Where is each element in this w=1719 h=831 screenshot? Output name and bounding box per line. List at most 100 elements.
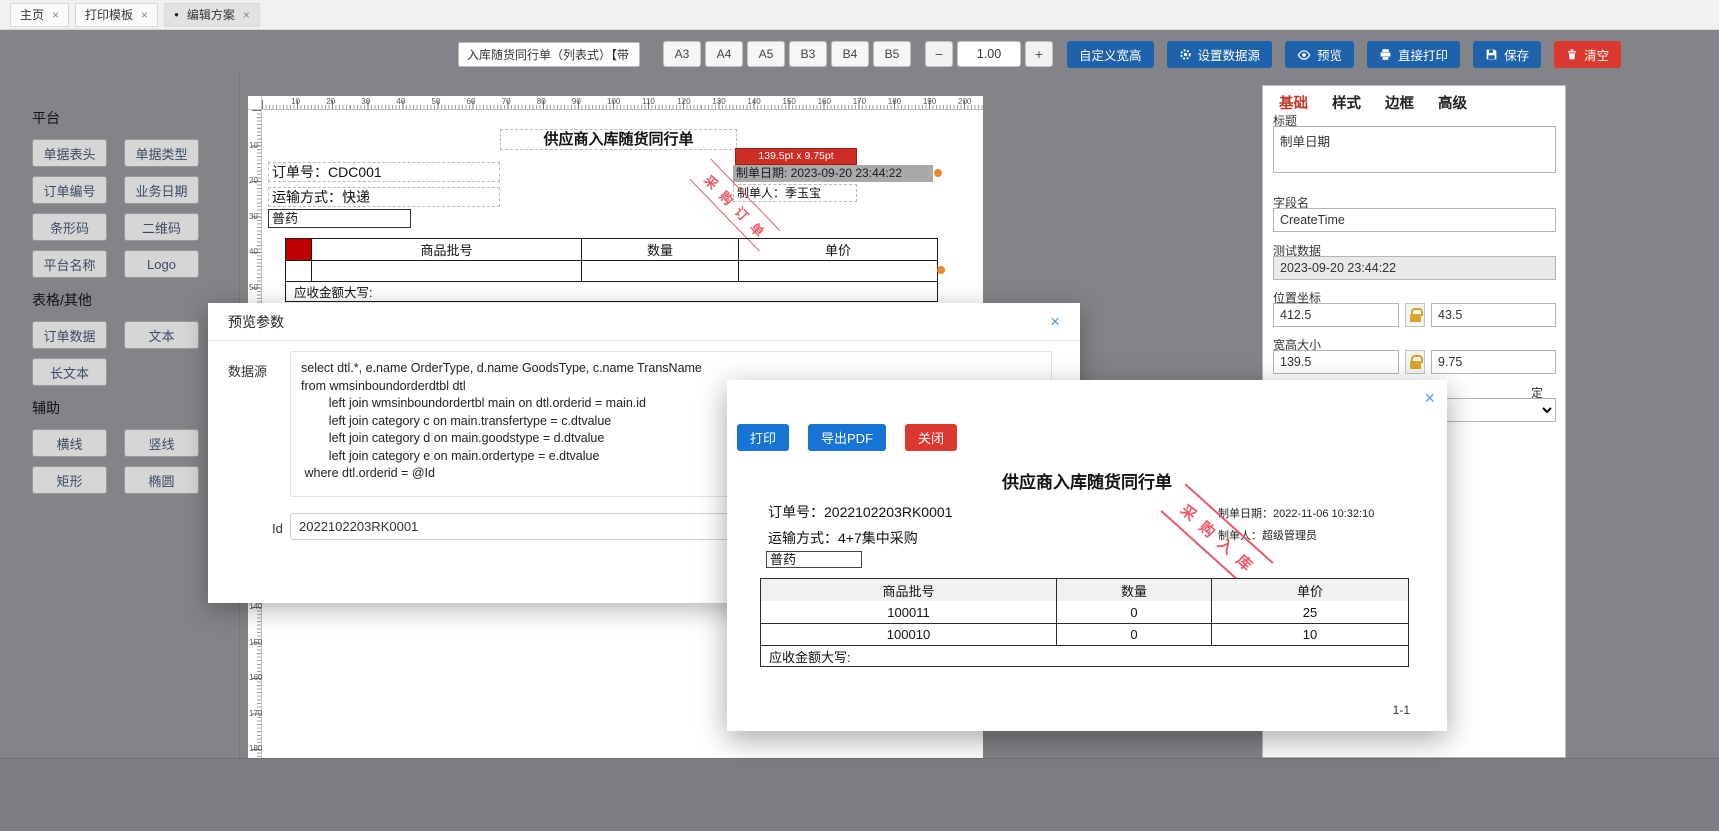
- paper-size-a5[interactable]: A5: [747, 41, 785, 67]
- field-name-input[interactable]: [1273, 208, 1556, 232]
- print-button[interactable]: 打印: [737, 424, 790, 451]
- gear-icon: [1179, 49, 1191, 60]
- horizontal-ruler: 10 20 30 40 50 60 70 80 90 100 110 120 130 140 150 160 1…: [262, 96, 983, 110]
- component-order-no[interactable]: 订单编号: [32, 176, 107, 204]
- paper-size-b4[interactable]: B4: [831, 41, 869, 67]
- close-icon[interactable]: ×: [141, 8, 148, 22]
- close-icon[interactable]: ×: [1050, 313, 1060, 330]
- paper-size-b5[interactable]: B5: [873, 41, 911, 67]
- ruler-number: 20: [249, 176, 258, 185]
- preview-actions: 打印 导出PDF 关闭: [737, 424, 958, 451]
- component-logo[interactable]: Logo: [124, 250, 199, 278]
- tab-edit-scheme[interactable]: ● 编辑方案 ×: [164, 2, 260, 27]
- clear-button[interactable]: 清空: [1554, 41, 1622, 68]
- ruler-number: 140: [747, 97, 761, 106]
- template-transport[interactable]: 运输方式：快递: [268, 187, 500, 207]
- modal-title: 预览参数: [228, 313, 284, 330]
- ruler-number: 30: [361, 97, 371, 106]
- component-doc-type[interactable]: 单据类型: [124, 139, 199, 167]
- custom-size-button[interactable]: 自定义宽高: [1067, 41, 1154, 68]
- set-datasource-button[interactable]: 设置数据源: [1166, 41, 1273, 68]
- size-inputs: [1273, 350, 1556, 374]
- position-x-input[interactable]: [1273, 303, 1399, 327]
- eye-icon: [1297, 49, 1311, 60]
- selection-handle[interactable]: [937, 266, 945, 274]
- component-barcode[interactable]: 条形码: [32, 213, 107, 241]
- position-lock-button[interactable]: [1405, 303, 1425, 327]
- ruler-number: 150: [249, 637, 263, 647]
- position-y-input[interactable]: [1431, 303, 1556, 327]
- test-data-input[interactable]: [1273, 256, 1556, 280]
- save-icon: [1486, 49, 1497, 60]
- lock-icon: [1409, 307, 1423, 322]
- height-input[interactable]: [1431, 350, 1556, 374]
- template-order-no[interactable]: 订单号：CDC001: [268, 162, 500, 182]
- zoom-in-button[interactable]: +: [1025, 41, 1053, 67]
- ruler-number: 170: [852, 97, 867, 106]
- table-header-cell: 数量: [1056, 579, 1211, 601]
- tab-advanced[interactable]: 高级: [1438, 92, 1467, 113]
- toolbar-actions: 自定义宽高 设置数据源 预览 直接打印 保存 清空: [1067, 41, 1622, 68]
- save-button[interactable]: 保存: [1473, 41, 1542, 68]
- template-table[interactable]: 商品批号 数量 单价 应收金额大写:: [285, 238, 938, 302]
- table-empty-row: [286, 260, 937, 281]
- table-cell: [738, 261, 937, 281]
- component-order-data[interactable]: 订单数据: [32, 321, 107, 349]
- ruler-number: 180: [887, 97, 902, 106]
- component-text[interactable]: 文本: [124, 321, 199, 349]
- paper-size-a4[interactable]: A4: [705, 41, 743, 67]
- ruler-number: 170: [249, 708, 263, 718]
- template-select-value: 入库随货同行单（列表式）【带: [467, 48, 630, 62]
- tab-home[interactable]: 主页 ×: [10, 2, 70, 27]
- table-header-cell: 数量: [581, 239, 738, 260]
- template-creator[interactable]: 制单人：季玉宝: [733, 184, 857, 202]
- paper-size-b3[interactable]: B3: [789, 41, 827, 67]
- selection-handle[interactable]: [934, 169, 942, 177]
- trash-icon: [1567, 49, 1577, 60]
- close-icon[interactable]: ×: [243, 8, 250, 22]
- component-vline[interactable]: 竖线: [124, 429, 199, 457]
- zoom-input[interactable]: [957, 41, 1021, 67]
- title-input[interactable]: 制单日期: [1273, 126, 1556, 173]
- tab-basic[interactable]: 基础: [1279, 92, 1308, 113]
- export-pdf-button[interactable]: 导出PDF: [808, 424, 887, 451]
- component-doc-header[interactable]: 单据表头: [32, 139, 107, 167]
- close-icon[interactable]: ×: [52, 8, 59, 22]
- table-row: 100011 0 25: [761, 601, 1408, 623]
- component-hline[interactable]: 横线: [32, 429, 107, 457]
- paper-size-a3[interactable]: A3: [663, 41, 701, 67]
- component-platform-name[interactable]: 平台名称: [32, 250, 107, 278]
- ruler-number: 160: [817, 97, 831, 106]
- template-drug-type[interactable]: 普药: [268, 209, 411, 228]
- tab-border[interactable]: 边框: [1385, 92, 1414, 113]
- tab-label: 主页: [20, 8, 45, 22]
- component-sidebar: 平台 单据表头 单据类型 订单编号 业务日期 条形码 二维码 平台名称 Logo…: [0, 72, 240, 758]
- component-qrcode[interactable]: 二维码: [124, 213, 199, 241]
- direct-print-button[interactable]: 直接打印: [1367, 41, 1461, 68]
- ruler-number: 90: [571, 97, 581, 106]
- table-header-cell: 单价: [738, 239, 937, 260]
- button-label: 设置数据源: [1197, 49, 1261, 63]
- table-footer: 应收金额大写:: [761, 645, 1408, 666]
- table-header-row: 商品批号 数量 单价: [286, 239, 937, 260]
- component-long-text[interactable]: 长文本: [32, 358, 107, 386]
- template-title[interactable]: 供应商入库随货同行单: [500, 129, 737, 150]
- component-rect[interactable]: 矩形: [32, 466, 107, 494]
- component-ellipse[interactable]: 椭圆: [124, 466, 199, 494]
- tab-style[interactable]: 样式: [1332, 92, 1361, 113]
- zoom-out-button[interactable]: −: [925, 41, 953, 67]
- window-tab-bar: 主页 × 打印模板 × ● 编辑方案 ×: [0, 0, 1719, 30]
- close-preview-button[interactable]: 关闭: [905, 424, 958, 451]
- preview-button[interactable]: 预览: [1285, 41, 1355, 68]
- template-select[interactable]: 入库随货同行单（列表式）【带: [458, 42, 640, 67]
- close-icon[interactable]: ×: [1424, 388, 1435, 409]
- ruler-number: 40: [396, 97, 406, 106]
- ruler-number: 120: [677, 97, 691, 106]
- component-biz-date[interactable]: 业务日期: [124, 176, 199, 204]
- size-lock-button[interactable]: [1405, 350, 1425, 374]
- ruler-number: 30: [249, 211, 258, 221]
- width-input[interactable]: [1273, 350, 1399, 374]
- tab-print-template[interactable]: 打印模板 ×: [75, 2, 159, 27]
- table-cell: 0: [1056, 624, 1211, 645]
- template-create-date-selected[interactable]: 制单日期: 2023-09-20 23:44:22: [733, 165, 933, 182]
